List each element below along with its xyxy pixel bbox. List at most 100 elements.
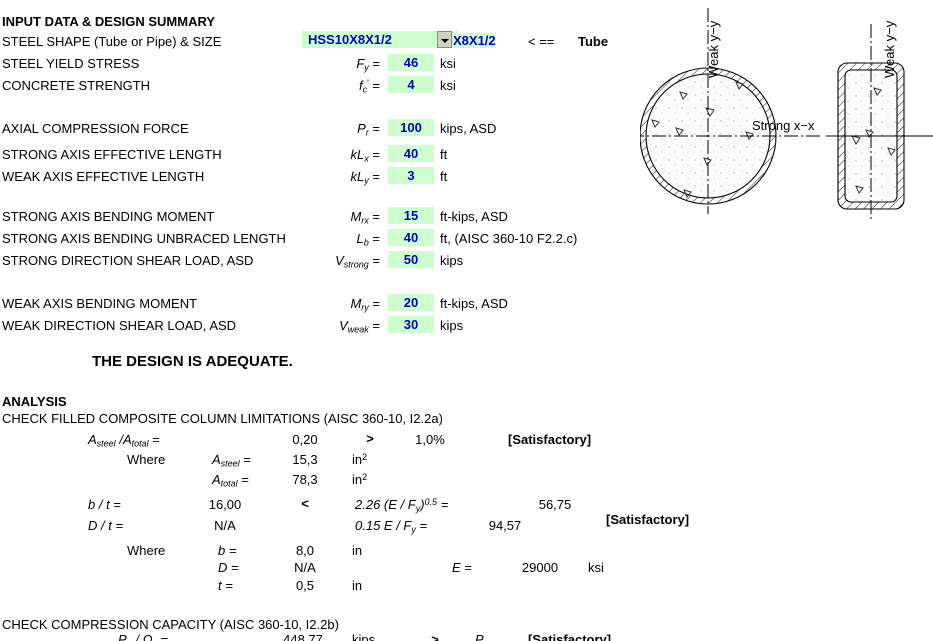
formula-dt-a: 0.15 E / F [355,518,412,533]
heading-check-limitations: CHECK FILLED COMPOSITE COLUMN LIMITATION… [2,411,443,426]
spreadsheet-canvas: INPUT DATA & DESIGN SUMMARY STEEL SHAPE … [0,0,933,641]
formula-dt-limit: 0.15 E / Fy = [355,518,427,534]
value-area-ratio: 0,20 [292,432,318,447]
strong-axis-label: Strong x−x [752,118,815,133]
rectangular-tube-section-diagram [826,24,933,222]
units-pr: kips, ASD [440,121,497,136]
round-pipe-section-diagram [640,8,820,214]
units-fc: ksi [440,78,456,93]
section-title-input-data: INPUT DATA & DESIGN SUMMARY [2,14,216,29]
limit-d-over-t: 94,57 [488,518,522,533]
status-slenderness: [Satisfactory] [606,512,690,527]
symbol-mrx-base: M [350,209,362,224]
formula-bt-limit: 2.26 (E / Fy)0.5 = [355,497,448,513]
input-kly[interactable]: 3 [388,167,434,184]
symbol-lb-base: L [356,231,364,246]
pn-equals: = [160,632,169,641]
comparator-b-over-t: < [301,496,309,511]
units-a-steel: in2 [352,452,367,467]
symbol-fy: Fy = [356,56,380,73]
units-kly: ft [440,169,448,184]
formula-a-total: Atotal = [212,472,249,488]
symbol-lb: Lb = [356,231,380,248]
units-t: in [352,578,363,593]
label-strong-axis-effective-length: STRONG AXIS EFFECTIVE LENGTH [2,147,222,162]
label-where-2: Where [127,543,166,558]
units-klx: ft [440,147,448,162]
symbol-pr-base: P [357,121,366,136]
compression-capacity-row-clipped: Pn / Ωc = 448,77 kips > Pr [Satisfactory… [0,632,933,641]
limit-area-ratio: 1,0% [415,432,445,447]
label-t: t = [218,578,233,593]
value-a-total: 78,3 [292,472,318,487]
formula-dt-sub: y [411,524,416,535]
input-vstrong[interactable]: 50 [388,251,434,268]
units-mrx: ft-kips, ASD [440,209,508,224]
pn-slash: / [135,632,139,641]
symbol-lb-sub: b [363,237,369,248]
label-strong-axis-bending-moment: STRONG AXIS BENDING MOMENT [2,209,215,224]
a-steel-sub: steel [96,438,116,449]
symbol-vweak-base: V [339,318,348,333]
input-lb[interactable]: 40 [388,229,434,246]
formula-area-ratio: Asteel /Atotal = [88,432,160,448]
pn-base: P [118,632,127,641]
a-total-symbol: A [212,472,221,487]
label-unbraced-length: STRONG AXIS BENDING UNBRACED LENGTH [2,231,286,246]
symbol-mry-base: M [350,296,362,311]
a-steel-equals: = [243,452,251,467]
a-total-symbol-sub: total [220,478,238,489]
label-b: b = [218,543,237,558]
ratio-equals: = [152,432,160,447]
input-steel-shape[interactable]: HSS10X8X1/2 [302,31,458,48]
units-pn-omega: kips [352,632,376,641]
symbol-kly: kLy = [350,169,380,186]
units-vstrong: kips [440,253,464,268]
value-b: 8,0 [295,543,315,558]
status-compression: [Satisfactory] [528,632,612,641]
symbol-fc-prime: ' [367,78,369,88]
units-b: in [352,543,363,558]
label-steel-shape: STEEL SHAPE (Tube or Pipe) & SIZE [2,34,222,49]
limit-b-over-t: 56,75 [538,497,572,512]
input-fy[interactable]: 46 [388,54,434,71]
units-a-total-text: in [352,472,363,488]
heading-check-compression: CHECK COMPRESSION CAPACITY (AISC 360-10,… [2,617,339,632]
formula-pn-omega: Pn / Ωc = [118,632,168,641]
symbol-vstrong-sub: strong [343,259,369,270]
pipe-weak-axis-label: Weak y−y [706,20,721,78]
label-e: E = [452,560,472,575]
section-title-analysis: ANALYSIS [2,394,67,409]
symbol-kly-base: kL [350,169,365,184]
arrow-note: < == [528,34,555,49]
chevron-down-icon[interactable] [437,31,452,48]
units-a-total-exp: 2 [362,472,368,482]
input-pr[interactable]: 100 [388,119,434,136]
a-total-equals: = [241,472,249,487]
a-total-base: A [122,432,132,447]
input-fc[interactable]: 4 [388,76,434,93]
symbol-klx-base: kL [350,147,365,162]
label-axial-compression-force: AXIAL COMPRESSION FORCE [2,121,189,136]
label-concrete-strength: CONCRETE STRENGTH [2,78,151,93]
input-mry[interactable]: 20 [388,294,434,311]
units-lb: ft, (AISC 360-10 F2.2.c) [440,231,578,246]
input-vweak[interactable]: 30 [388,316,434,333]
input-klx[interactable]: 40 [388,145,434,162]
units-mry: ft-kips, ASD [440,296,508,311]
a-total-sub: total [131,438,149,449]
symbol-vweak-sub: weak [347,324,369,335]
comparator-compression: > [431,632,439,641]
symbol-fc: fc' = [358,78,380,95]
symbol-klx: kLx = [350,147,380,164]
formula-bt-eq: = [440,497,449,513]
shape-type-note: Tube [578,34,609,49]
input-mrx[interactable]: 15 [388,207,434,224]
symbol-mrx: Mrx = [350,209,380,226]
comparator-area-ratio: > [366,431,374,446]
symbol-kly-sub: y [364,175,369,186]
tube-weak-axis-label: Weak y−y [882,20,897,78]
symbol-mry: Mry = [350,296,380,313]
units-vweak: kips [440,318,464,333]
label-d-over-t: D / t = [88,518,124,533]
